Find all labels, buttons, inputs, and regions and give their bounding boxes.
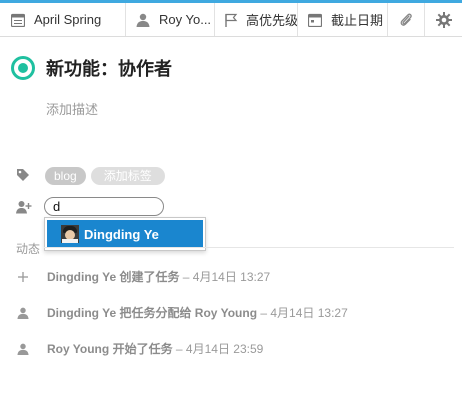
activity-text: Roy Young 开始了任务 – 4月14日 23:59 <box>47 340 263 357</box>
add-person-icon <box>16 200 32 214</box>
flag-icon <box>224 12 238 28</box>
calendar-list-icon <box>10 12 26 28</box>
activity-text: Dingding Ye 创建了任务 – 4月14日 13:27 <box>47 268 270 285</box>
activity-item: Dingding Ye 把任务分配给 Roy Young – 4月14日 13:… <box>16 304 348 321</box>
settings-button[interactable] <box>425 3 462 36</box>
activity-item: Dingding Ye 创建了任务 – 4月14日 13:27 <box>16 268 270 285</box>
avatar <box>61 225 79 243</box>
activity-action: 开始了任务 <box>109 342 173 356</box>
paperclip-icon <box>398 12 414 28</box>
tag-icon <box>16 168 32 184</box>
task-title[interactable]: 新功能：协作者 <box>46 55 172 81</box>
assignee-row <box>16 197 164 216</box>
activity-time: – 4月14日 13:27 <box>179 270 271 284</box>
add-tag-button[interactable]: 添加标签 <box>90 167 165 185</box>
assignee-suggestions: Dingding Ye <box>44 217 206 251</box>
attach-button[interactable] <box>388 3 425 36</box>
status-dot <box>18 63 28 73</box>
person-icon <box>16 306 30 320</box>
description-field[interactable]: 添加描述 <box>46 99 98 118</box>
person-icon <box>16 342 30 356</box>
calendar-icon <box>307 12 323 28</box>
activity-actor[interactable]: Roy Young <box>47 342 109 356</box>
project-name: April Spring <box>34 12 102 27</box>
suggestion-rest: ingding Ye <box>93 226 159 242</box>
suggestion-item[interactable]: Dingding Ye <box>47 220 203 248</box>
suggestion-name: Dingding Ye <box>84 227 159 242</box>
priority-selector[interactable]: 高优先级 <box>215 3 298 36</box>
activity-label: 动态 <box>16 242 41 256</box>
tags-row: blog 添加标签 <box>16 167 165 185</box>
activity-time: – 4月14日 23:59 <box>172 342 264 356</box>
activity-text: Dingding Ye 把任务分配给 Roy Young – 4月14日 13:… <box>47 304 348 321</box>
plus-icon <box>16 270 30 284</box>
activity-action: 把任务分配给 <box>116 306 195 320</box>
owner-selector[interactable]: Roy Yo... <box>126 3 215 36</box>
activity-actor[interactable]: Dingding Ye <box>47 270 116 284</box>
task-status-toggle[interactable] <box>11 56 35 80</box>
person-icon <box>135 12 151 28</box>
activity-divider <box>44 247 454 248</box>
activity-target[interactable]: Roy Young <box>195 306 257 320</box>
assignee-search-input[interactable] <box>44 197 164 216</box>
due-date-selector[interactable]: 截止日期 <box>298 3 388 36</box>
task-title-row: 新功能：协作者 <box>11 55 172 81</box>
activity-item: Roy Young 开始了任务 – 4月14日 23:59 <box>16 340 263 357</box>
tag-chip[interactable]: blog <box>45 167 86 185</box>
gear-icon <box>435 11 452 28</box>
suggestion-match: D <box>84 226 94 242</box>
activity-time: – 4月14日 13:27 <box>257 306 348 320</box>
priority-label: 高优先级 <box>246 13 298 28</box>
project-selector[interactable]: April Spring <box>0 3 126 36</box>
due-date-label: 截止日期 <box>331 13 384 28</box>
task-toolbar: April Spring Roy Yo... 高优先级 截止日期 <box>0 3 462 37</box>
activity-action: 创建了任务 <box>116 270 180 284</box>
owner-name: Roy Yo... <box>159 12 212 27</box>
activity-actor[interactable]: Dingding Ye <box>47 306 116 320</box>
